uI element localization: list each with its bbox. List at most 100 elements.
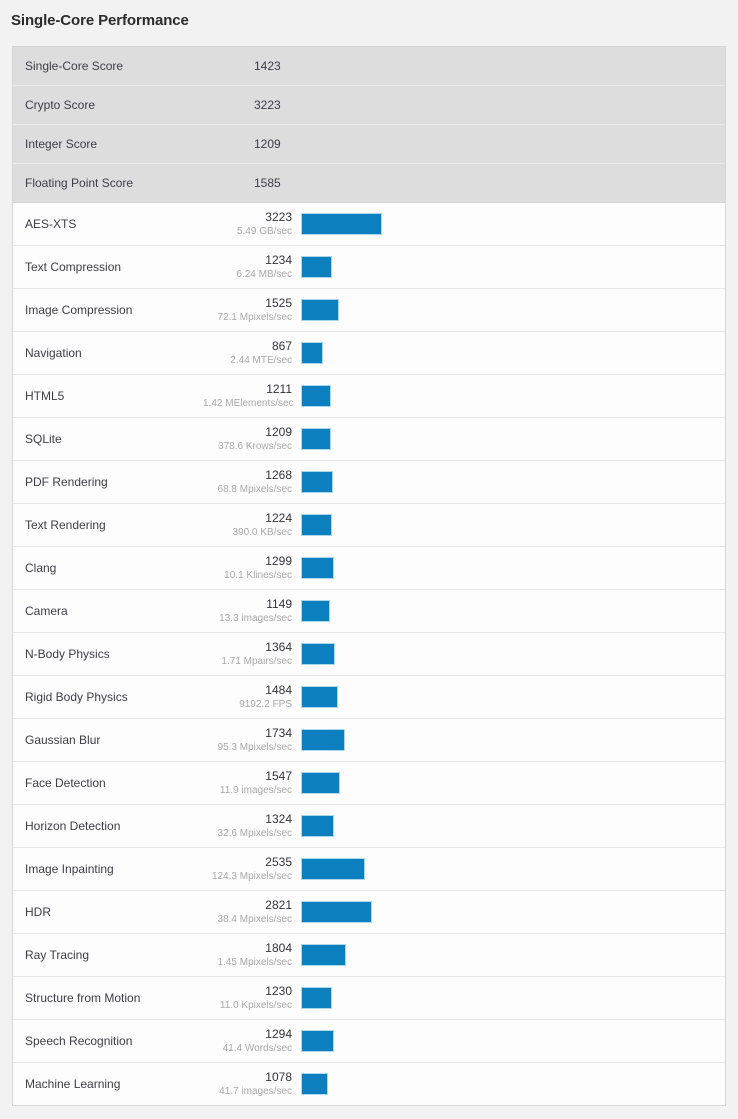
benchmark-label: SQLite — [13, 432, 203, 446]
benchmark-bar-track — [292, 633, 725, 676]
benchmark-bar — [301, 686, 338, 708]
benchmark-bar-track — [292, 418, 725, 461]
benchmark-row: HTML512111.42 MElements/sec — [13, 374, 725, 417]
benchmark-section: AES-XTS32235.49 GB/secText Compression12… — [13, 202, 725, 1105]
benchmark-metrics: 126868.8 Mpixels/sec — [203, 468, 292, 496]
benchmark-score: 2535 — [203, 855, 292, 869]
summary-row: Floating Point Score1585 — [13, 163, 725, 202]
benchmark-unit: 1.45 Mpixels/sec — [203, 956, 292, 969]
benchmark-score: 1364 — [203, 640, 292, 654]
benchmark-bar-track — [292, 891, 725, 934]
benchmark-label: Navigation — [13, 346, 203, 360]
benchmark-row: Text Rendering1224390.0 KB/sec — [13, 503, 725, 546]
benchmark-bar-track — [292, 1020, 725, 1063]
benchmark-bar — [301, 428, 331, 450]
benchmark-label: Image Inpainting — [13, 862, 203, 876]
benchmark-unit: 6.24 MB/sec — [203, 268, 292, 281]
benchmark-unit: 38.4 Mpixels/sec — [203, 913, 292, 926]
benchmark-bar-track — [292, 203, 725, 246]
benchmark-metrics: 1224390.0 KB/sec — [203, 511, 292, 539]
benchmark-metrics: 154711.9 images/sec — [203, 769, 292, 797]
summary-row-label: Single-Core Score — [13, 59, 254, 73]
benchmark-row: Structure from Motion123011.0 Kpixels/se… — [13, 976, 725, 1019]
benchmark-bar — [301, 815, 334, 837]
benchmark-bar — [301, 729, 345, 751]
benchmark-metrics: 129910.1 Klines/sec — [203, 554, 292, 582]
results-table: Single-Core Score1423Crypto Score3223Int… — [12, 46, 726, 1106]
benchmark-metrics: 2535124.3 Mpixels/sec — [203, 855, 292, 883]
benchmark-unit: 11.0 Kpixels/sec — [203, 999, 292, 1012]
benchmark-score: 1804 — [203, 941, 292, 955]
benchmark-row: Rigid Body Physics14849192.2 FPS — [13, 675, 725, 718]
benchmark-metrics: 12346.24 MB/sec — [203, 253, 292, 281]
benchmark-label: Speech Recognition — [13, 1034, 203, 1048]
benchmark-unit: 9192.2 FPS — [203, 698, 292, 711]
benchmark-label: HDR — [13, 905, 203, 919]
benchmark-row: SQLite1209378.6 Krows/sec — [13, 417, 725, 460]
benchmark-bar-track — [292, 762, 725, 805]
benchmark-unit: 11.9 images/sec — [203, 784, 292, 797]
benchmark-unit: 124.3 Mpixels/sec — [203, 870, 292, 883]
benchmark-row: Image Compression152572.1 Mpixels/sec — [13, 288, 725, 331]
benchmark-label: AES-XTS — [13, 217, 203, 231]
benchmark-row: Gaussian Blur173495.3 Mpixels/sec — [13, 718, 725, 761]
benchmark-unit: 10.1 Klines/sec — [203, 569, 292, 582]
benchmark-score: 1078 — [203, 1070, 292, 1084]
benchmark-row: Text Compression12346.24 MB/sec — [13, 245, 725, 288]
benchmark-unit: 32.6 Mpixels/sec — [203, 827, 292, 840]
benchmark-label: Face Detection — [13, 776, 203, 790]
benchmark-label: N-Body Physics — [13, 647, 203, 661]
benchmark-score: 1149 — [203, 597, 292, 611]
benchmark-row: HDR282138.4 Mpixels/sec — [13, 890, 725, 933]
benchmark-row: AES-XTS32235.49 GB/sec — [13, 202, 725, 245]
benchmark-label: Image Compression — [13, 303, 203, 317]
benchmark-score: 1734 — [203, 726, 292, 740]
benchmark-label: Ray Tracing — [13, 948, 203, 962]
benchmark-bar-track — [292, 590, 725, 633]
benchmark-unit: 41.7 images/sec — [203, 1085, 292, 1098]
benchmark-metrics: 8672.44 MTE/sec — [203, 339, 292, 367]
benchmark-row: Image Inpainting2535124.3 Mpixels/sec — [13, 847, 725, 890]
benchmark-metrics: 12111.42 MElements/sec — [203, 382, 292, 410]
benchmark-label: PDF Rendering — [13, 475, 203, 489]
benchmark-metrics: 107841.7 images/sec — [203, 1070, 292, 1098]
benchmark-row: Face Detection154711.9 images/sec — [13, 761, 725, 804]
summary-row-label: Integer Score — [13, 137, 254, 151]
summary-row-value: 1209 — [254, 137, 281, 151]
benchmark-metrics: 282138.4 Mpixels/sec — [203, 898, 292, 926]
benchmark-unit: 72.1 Mpixels/sec — [203, 311, 292, 324]
benchmark-bar-track — [292, 547, 725, 590]
benchmark-unit: 1.71 Mpairs/sec — [203, 655, 292, 668]
benchmark-metrics: 173495.3 Mpixels/sec — [203, 726, 292, 754]
benchmark-bar — [301, 256, 332, 278]
benchmark-unit: 13.3 images/sec — [203, 612, 292, 625]
benchmark-unit: 41.4 Words/sec — [203, 1042, 292, 1055]
benchmark-metrics: 1209378.6 Krows/sec — [203, 425, 292, 453]
page-title: Single-Core Performance — [11, 11, 189, 31]
benchmark-metrics: 14849192.2 FPS — [203, 683, 292, 711]
benchmark-metrics: 123011.0 Kpixels/sec — [203, 984, 292, 1012]
benchmark-metrics: 114913.3 images/sec — [203, 597, 292, 625]
benchmark-score: 1268 — [203, 468, 292, 482]
benchmark-metrics: 152572.1 Mpixels/sec — [203, 296, 292, 324]
benchmark-metrics: 132432.6 Mpixels/sec — [203, 812, 292, 840]
benchmark-label: Structure from Motion — [13, 991, 203, 1005]
benchmark-row: Clang129910.1 Klines/sec — [13, 546, 725, 589]
benchmark-bar-track — [292, 504, 725, 547]
benchmark-score: 1294 — [203, 1027, 292, 1041]
benchmark-label: Clang — [13, 561, 203, 575]
benchmark-unit: 68.8 Mpixels/sec — [203, 483, 292, 496]
benchmark-bar — [301, 772, 340, 794]
benchmark-row: Ray Tracing18041.45 Mpixels/sec — [13, 933, 725, 976]
benchmark-score: 1211 — [203, 382, 292, 396]
benchmark-score: 1230 — [203, 984, 292, 998]
summary-row: Crypto Score3223 — [13, 85, 725, 124]
benchmark-bar — [301, 901, 372, 923]
benchmark-row: Navigation8672.44 MTE/sec — [13, 331, 725, 374]
benchmark-unit: 390.0 KB/sec — [203, 526, 292, 539]
benchmark-score: 1547 — [203, 769, 292, 783]
benchmark-bar — [301, 385, 331, 407]
benchmark-score: 1324 — [203, 812, 292, 826]
benchmark-label: Text Rendering — [13, 518, 203, 532]
benchmark-score: 2821 — [203, 898, 292, 912]
